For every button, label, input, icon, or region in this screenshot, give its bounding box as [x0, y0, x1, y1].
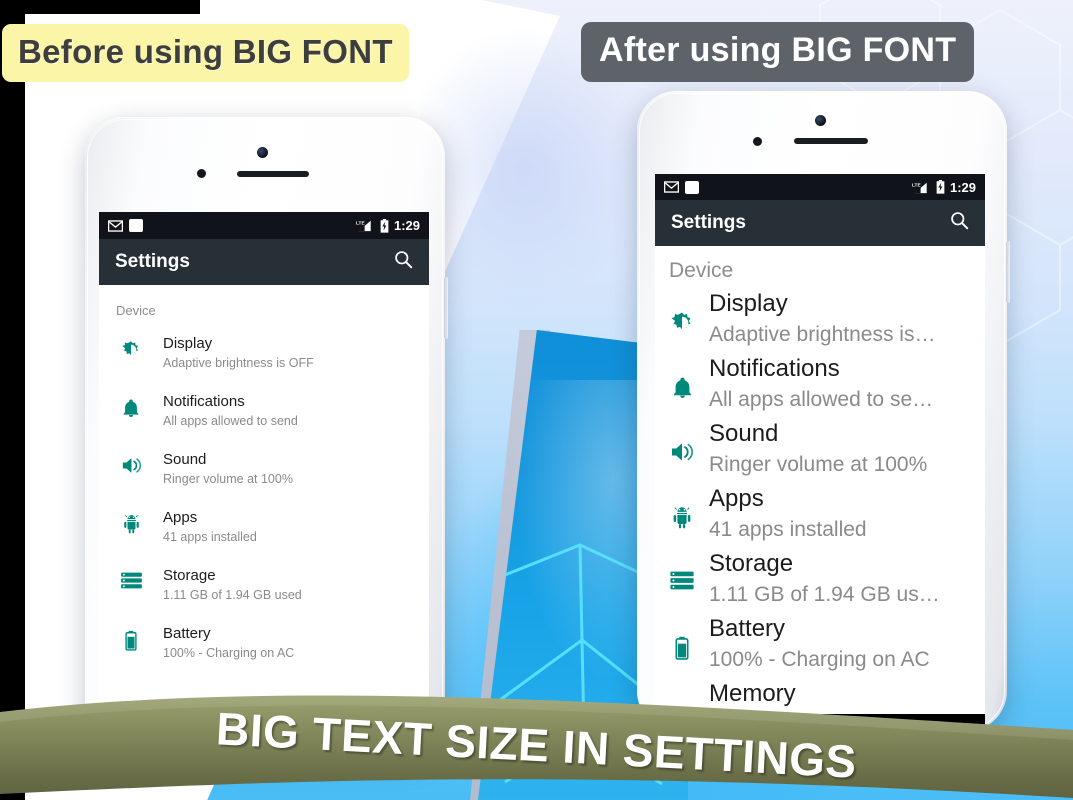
battery-charging-icon [380, 218, 389, 233]
list-item[interactable]: Storage 1.11 GB of 1.94 GB used [99, 556, 429, 614]
phone-mockup-before: LTE 1:29 Settings Device Display Adaptiv… [85, 117, 448, 772]
phone-screen-after: LTE 1:29 Settings Device Display Adaptiv… [655, 174, 985, 714]
status-bar: LTE 1:29 [655, 174, 985, 200]
list-item[interactable]: Battery 100% - Charging on AC [99, 614, 429, 672]
svg-text:LTE: LTE [912, 182, 921, 188]
screenshot-icon [129, 219, 143, 232]
section-header-device: Device [669, 259, 734, 282]
bottom-ribbon [0, 690, 1073, 800]
settings-list-before: Device Display Adaptive brightness is OF… [99, 285, 429, 672]
android-icon [99, 508, 163, 534]
list-item[interactable]: Notifications All apps allowed to se… [655, 352, 985, 417]
status-bar: LTE 1:29 [99, 212, 429, 239]
list-item[interactable]: Apps 41 apps installed [99, 498, 429, 556]
list-item-title: Battery [163, 625, 211, 642]
screenshot-icon [685, 180, 699, 194]
battery-icon [655, 614, 709, 660]
phone-mockup-after: LTE 1:29 Settings Device Display Adaptiv… [637, 91, 1010, 754]
list-item-subtitle: 41 apps installed [163, 530, 257, 544]
bell-icon [99, 392, 163, 418]
promo-banner-stage: LTE 1:29 Settings Device Display Adaptiv… [0, 0, 1073, 800]
phone-screen-before: LTE 1:29 Settings Device Display Adaptiv… [99, 212, 429, 772]
list-item[interactable]: Display Adaptive brightness is OFF [99, 324, 429, 382]
list-item-subtitle: 1.11 GB of 1.94 GB us… [709, 583, 940, 606]
list-item[interactable]: Notifications All apps allowed to send [99, 382, 429, 440]
list-item[interactable]: Storage 1.11 GB of 1.94 GB us… [655, 547, 985, 612]
power-button[interactable] [444, 277, 448, 339]
brightness-icon [99, 334, 163, 360]
brightness-icon [655, 289, 709, 335]
battery-charging-icon [936, 180, 945, 194]
list-item-title: Sound [709, 420, 779, 447]
status-bar-time: 1:29 [393, 218, 420, 233]
list-item-subtitle: All apps allowed to send [163, 414, 298, 428]
list-item-subtitle: 1.11 GB of 1.94 GB used [163, 588, 302, 602]
page-title: Settings [115, 251, 190, 272]
earpiece-speaker [794, 138, 868, 144]
battery-icon [99, 624, 163, 651]
storage-icon [655, 549, 709, 590]
list-item[interactable]: Sound Ringer volume at 100% [655, 417, 985, 482]
list-item-subtitle: Adaptive brightness is… [709, 323, 936, 346]
label-before: Before using BIG FONT [2, 24, 409, 82]
svg-text:LTE: LTE [356, 220, 365, 226]
list-item-title: Apps [709, 485, 764, 512]
search-icon[interactable] [950, 211, 969, 236]
signal-icon: LTE [912, 182, 927, 193]
signal-icon: LTE [356, 220, 371, 232]
power-button[interactable] [1006, 241, 1010, 303]
volume-icon [99, 450, 163, 475]
list-item-title: Sound [163, 451, 207, 468]
settings-list-after: Device Display Adaptive brightness is… N… [655, 246, 985, 711]
earpiece-speaker [237, 171, 309, 177]
top-black-border [0, 0, 200, 14]
status-bar-time: 1:29 [949, 179, 976, 195]
list-item-subtitle: 41 apps installed [709, 518, 867, 541]
list-item-title: Notifications [163, 393, 245, 410]
section-header-device: Device [116, 303, 156, 318]
left-black-border [0, 0, 25, 800]
front-camera-icon [815, 115, 826, 126]
label-after: After using BIG FONT [581, 22, 975, 82]
list-item-subtitle: Ringer volume at 100% [163, 472, 293, 486]
gmail-icon [108, 219, 123, 232]
volume-icon [655, 419, 709, 463]
list-item-title: Display [709, 290, 788, 317]
search-icon[interactable] [394, 250, 413, 275]
list-item[interactable]: Apps 41 apps installed [655, 482, 985, 547]
storage-icon [99, 566, 163, 589]
list-item-subtitle: 100% - Charging on AC [709, 648, 930, 671]
list-item-title: Battery [709, 615, 786, 642]
list-item-title: Storage [163, 567, 216, 584]
list-item-title: Notifications [709, 355, 840, 382]
gmail-icon [664, 181, 679, 193]
list-item[interactable]: Battery 100% - Charging on AC [655, 612, 985, 677]
list-item-title: Apps [163, 509, 198, 526]
action-bar: Settings [655, 200, 985, 246]
list-item-subtitle: Adaptive brightness is OFF [163, 356, 314, 370]
action-bar: Settings [99, 239, 429, 285]
android-icon [655, 484, 709, 529]
list-item-title: Storage [709, 550, 794, 577]
list-item[interactable]: Display Adaptive brightness is… [655, 287, 985, 352]
list-item-title: Display [163, 335, 213, 352]
list-item-subtitle: 100% - Charging on AC [163, 646, 295, 660]
proximity-sensor-icon [753, 137, 762, 146]
list-item-subtitle: Ringer volume at 100% [709, 453, 928, 476]
page-title: Settings [671, 212, 746, 233]
list-item[interactable]: Sound Ringer volume at 100% [99, 440, 429, 498]
bell-icon [655, 354, 709, 399]
list-item-subtitle: All apps allowed to se… [709, 388, 934, 411]
front-camera-icon [257, 147, 268, 158]
proximity-sensor-icon [197, 169, 206, 178]
